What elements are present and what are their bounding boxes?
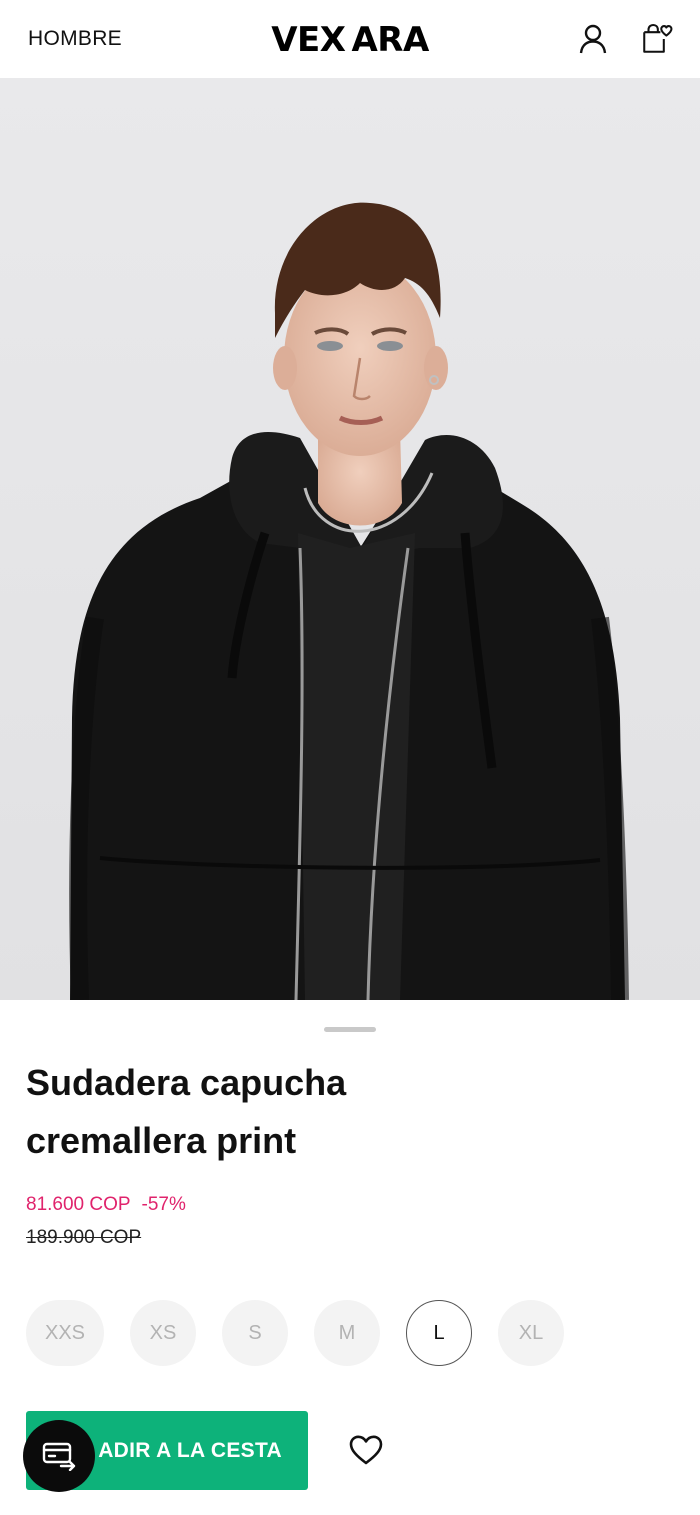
size-option-l[interactable]: L: [406, 1300, 472, 1366]
sheet-grabber[interactable]: [324, 1027, 376, 1032]
size-option-m[interactable]: M: [314, 1300, 380, 1366]
heart-icon[interactable]: [346, 1430, 386, 1470]
original-price: 189.900 COP: [26, 1227, 142, 1248]
nav-hombre-link[interactable]: HOMBRE: [28, 27, 122, 51]
current-price-row: 81.600 COP -57%: [26, 1194, 186, 1216]
brand-logo-text: VEX ARA: [271, 20, 429, 60]
product-title: Sudadera capucha cremallera print: [26, 1062, 347, 1161]
user-icon[interactable]: [576, 22, 610, 56]
card-transfer-icon[interactable]: [23, 1420, 95, 1492]
size-option-xs[interactable]: XS: [130, 1300, 196, 1366]
product-image[interactable]: [0, 78, 700, 1000]
size-selector: XXS XS S M L XL: [26, 1300, 564, 1366]
header-actions: [576, 22, 674, 56]
current-price: 81.600 COP: [26, 1194, 131, 1215]
add-to-cart-label: ADIR A LA CESTA: [98, 1438, 282, 1462]
brand-logo[interactable]: VEX ARA: [271, 22, 429, 58]
top-header: HOMBRE VEX ARA: [0, 0, 700, 78]
discount-badge: -57%: [141, 1194, 186, 1215]
shopping-bag-heart-icon[interactable]: [640, 22, 674, 56]
size-option-xl[interactable]: XL: [498, 1300, 564, 1366]
size-option-xxs[interactable]: XXS: [26, 1300, 104, 1366]
size-option-s[interactable]: S: [222, 1300, 288, 1366]
